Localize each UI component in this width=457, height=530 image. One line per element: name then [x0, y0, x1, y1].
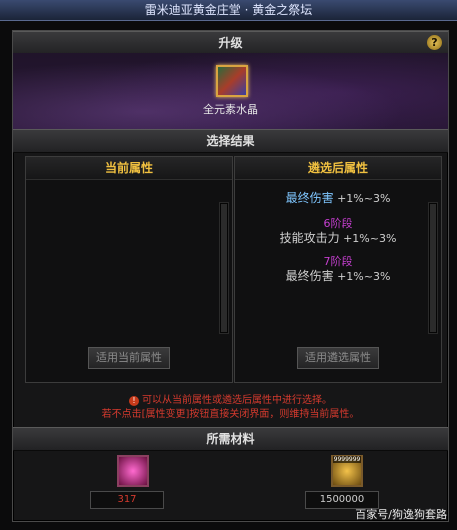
notice-line-2: 若不点击[属性变更]按钮直接关闭界面，则维持当前属性。: [101, 409, 360, 420]
attr-line-1: 最终伤害 +1%~3%: [243, 189, 433, 206]
current-attributes-title: 当前属性: [26, 157, 232, 180]
after-scrollbar[interactable]: [428, 202, 438, 334]
item-name: 全元素水晶: [203, 103, 258, 116]
apply-after-button[interactable]: 适用遴选属性: [297, 347, 379, 369]
material-2-badge: 9999999: [333, 456, 361, 463]
attr-2-name: 技能攻击力: [279, 231, 340, 245]
attr-3-name: 最终伤害: [285, 269, 334, 283]
after-attributes-panel: 遴选后属性 最终伤害 +1%~3% 6阶段 技能攻击力 +1%~3% 7阶段 最…: [234, 156, 442, 383]
window-title: 雷米迪亚黄金庄堂 · 黄金之祭坛: [0, 0, 457, 21]
attr-2-value: +1%~3%: [343, 232, 397, 245]
current-attributes-panel: 当前属性 适用当前属性: [25, 156, 233, 383]
attr-line-3: 最终伤害 +1%~3%: [243, 267, 433, 284]
notice-line-1: ! 可以从当前属性或遴选后属性中进行选择。: [13, 391, 448, 406]
current-scrollbar[interactable]: [219, 202, 229, 334]
help-icon[interactable]: ?: [427, 35, 442, 50]
attr-3-value: +1%~3%: [337, 270, 391, 283]
upgrade-header: 升级 ?: [13, 31, 448, 55]
attr-1-value: +1%~3%: [337, 192, 391, 205]
select-result-header: 选择结果: [13, 129, 448, 153]
after-attributes-title: 遴选后属性: [235, 157, 441, 180]
upgrade-panel: 升级 ? 全元素水晶 选择结果 当前属性 适用当前属性 遴选后属性 最终伤害 +…: [12, 30, 449, 522]
attr-line-2: 技能攻击力 +1%~3%: [243, 229, 433, 246]
watermark: 百家号/狗逸狗套路: [355, 508, 447, 521]
material-1-icon[interactable]: [117, 455, 149, 487]
attr-1-name: 最终伤害: [285, 191, 334, 205]
material-1-count: 317: [90, 491, 164, 509]
materials-header-label: 所需材料: [206, 432, 255, 446]
select-result-label: 选择结果: [206, 134, 255, 148]
materials-header: 所需材料: [13, 427, 448, 451]
upgrade-header-label: 升级: [218, 36, 243, 50]
apply-current-button[interactable]: 适用当前属性: [88, 347, 170, 369]
material-2-icon[interactable]: 9999999: [331, 455, 363, 487]
crystal-item-icon[interactable]: [216, 65, 248, 97]
